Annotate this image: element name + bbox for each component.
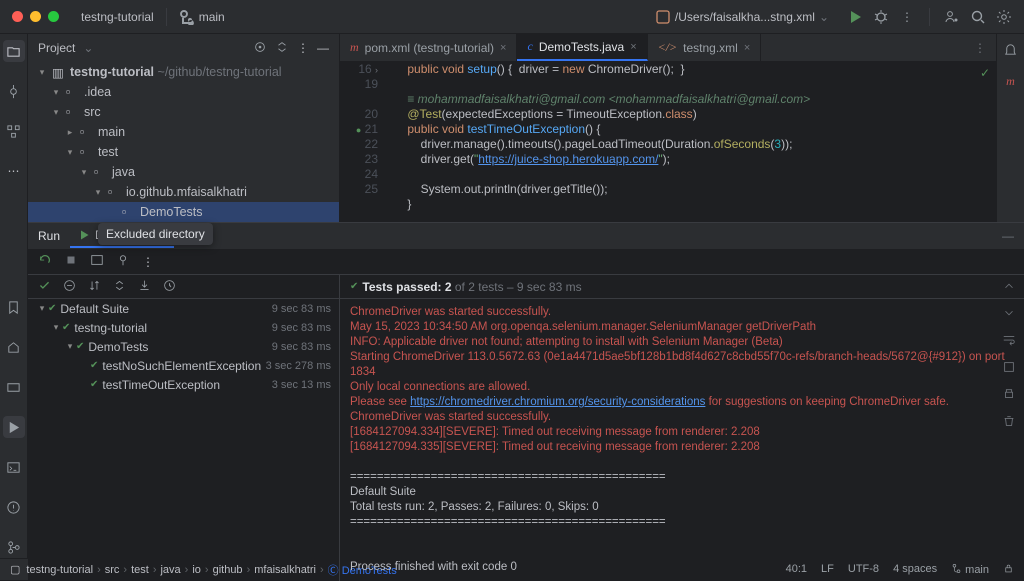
tree-item[interactable]: ▾▫.idea (28, 82, 339, 102)
terminal-tool-icon[interactable] (3, 456, 25, 478)
export-icon[interactable] (138, 279, 151, 295)
titlebar: testng-tutorial main /Users/faisalkha...… (0, 0, 1024, 34)
hide-run-icon[interactable]: — (1002, 229, 1014, 243)
test-result-row[interactable]: ✔testNoSuchElementException3 sec 278 ms (28, 356, 339, 375)
maven-tool-icon[interactable]: m (1006, 74, 1015, 89)
more-icon[interactable]: ⋮ (899, 9, 915, 25)
stop-icon[interactable] (64, 253, 78, 270)
tests-passed-icon: ✔ (350, 281, 358, 292)
scroll-to-end-icon[interactable] (1002, 360, 1016, 377)
run-toolbar: ⋮ (28, 249, 1024, 275)
vcs-branch[interactable]: main (171, 9, 233, 25)
editor-tab[interactable]: cDemoTests.java× (517, 34, 647, 61)
history-icon[interactable] (163, 279, 176, 295)
minimize-window[interactable] (30, 11, 41, 22)
layout-icon[interactable] (90, 253, 104, 270)
more-run-icon[interactable]: ⋮ (142, 255, 154, 269)
rerun-icon[interactable] (38, 253, 52, 270)
window-controls (12, 11, 59, 22)
print-icon[interactable] (1002, 387, 1016, 404)
user-icon[interactable] (944, 9, 960, 25)
tree-item[interactable]: ▾▫src (28, 102, 339, 122)
test-result-row[interactable]: ▾✔Default Suite9 sec 83 ms (28, 299, 339, 318)
test-result-row[interactable]: ▾✔DemoTests9 sec 83 ms (28, 337, 339, 356)
editor-pane: mpom.xml (testng-tutorial)×cDemoTests.ja… (340, 34, 996, 222)
hide-icon[interactable]: — (317, 41, 329, 55)
tree-root[interactable]: ▾▥testng-tutorial ~/github/testng-tutori… (28, 62, 339, 82)
status-project-icon[interactable]: ▢ (10, 563, 20, 576)
more-tools-icon[interactable]: ⋯ (3, 160, 25, 182)
tree-item[interactable]: ▫DemoTests (28, 202, 339, 222)
expand-all-icon[interactable] (275, 40, 289, 57)
run-pane: Run DemoTests× — ⋮ (28, 222, 1024, 581)
show-ignored-icon[interactable] (63, 279, 76, 295)
maximize-window[interactable] (48, 11, 59, 22)
tree-item[interactable]: ▸▫main (28, 122, 339, 142)
run-pane-title: Run (38, 229, 60, 243)
show-passed-icon[interactable] (38, 279, 51, 295)
editor-tab[interactable]: mpom.xml (testng-tutorial)× (340, 34, 517, 61)
sort-icon[interactable] (88, 279, 101, 295)
left-toolbar: ⋯ (0, 34, 28, 558)
scroll-down-icon[interactable] (1002, 306, 1016, 323)
bookmarks-icon[interactable] (3, 296, 25, 318)
notifications-icon[interactable] (1003, 42, 1018, 60)
expand-icon[interactable] (113, 279, 126, 295)
close-window[interactable] (12, 11, 23, 22)
project-pane-title[interactable]: Project (38, 41, 75, 55)
structure-tool-icon[interactable] (3, 120, 25, 142)
run-tool-icon[interactable] (3, 416, 25, 438)
project-tool-icon[interactable] (3, 40, 25, 62)
test-tree: ▾✔Default Suite9 sec 83 ms▾✔testng-tutor… (28, 275, 340, 581)
tree-item[interactable]: ▾▫test (28, 142, 339, 162)
settings-icon[interactable] (996, 9, 1012, 25)
vcs-tool-icon[interactable] (3, 536, 25, 558)
scroll-up-icon[interactable] (1002, 279, 1016, 296)
test-status: Tests passed: 2 of 2 tests – 9 sec 83 ms (362, 280, 581, 294)
editor-tabs: mpom.xml (testng-tutorial)×cDemoTests.ja… (340, 34, 996, 62)
debug-icon[interactable] (873, 9, 889, 25)
editor-tab[interactable]: </>testng.xml× (648, 34, 762, 61)
soft-wrap-icon[interactable] (1002, 333, 1016, 350)
build-tool-icon[interactable] (3, 336, 25, 358)
test-result-row[interactable]: ✔testTimeOutException3 sec 13 ms (28, 375, 339, 394)
more-icon[interactable]: ⋮ (297, 41, 309, 55)
problems-tool-icon[interactable] (3, 496, 25, 518)
inspection-ok-icon[interactable]: ✓ (980, 66, 990, 81)
run-config-path[interactable]: /Users/faisalkha...stng.xml ⌄ (647, 9, 837, 25)
services-tool-icon[interactable] (3, 376, 25, 398)
tree-item[interactable]: ▾▫io.github.mfaisalkhatri (28, 182, 339, 202)
project-name[interactable]: testng-tutorial (73, 10, 162, 24)
search-icon[interactable] (970, 9, 986, 25)
console-output[interactable]: ChromeDriver was started successfully.Ma… (340, 299, 1024, 581)
clear-icon[interactable] (1002, 414, 1016, 431)
tree-item[interactable]: ▾▫java (28, 162, 339, 182)
project-pane: Project ⌄ ⋮ — ▾▥testng-tutorial ~/github… (28, 34, 340, 222)
excluded-directory-tooltip: Excluded directory (98, 223, 213, 245)
pin-icon[interactable] (116, 253, 130, 270)
tabs-more-icon[interactable]: ⋮ (974, 41, 986, 55)
code-editor[interactable]: public void setup() { driver = new Chrom… (388, 62, 996, 222)
select-opened-icon[interactable] (253, 40, 267, 57)
right-toolbar: m (996, 34, 1024, 222)
test-result-row[interactable]: ▾✔testng-tutorial9 sec 83 ms (28, 318, 339, 337)
run-icon[interactable] (847, 9, 863, 25)
commit-tool-icon[interactable] (3, 80, 25, 102)
